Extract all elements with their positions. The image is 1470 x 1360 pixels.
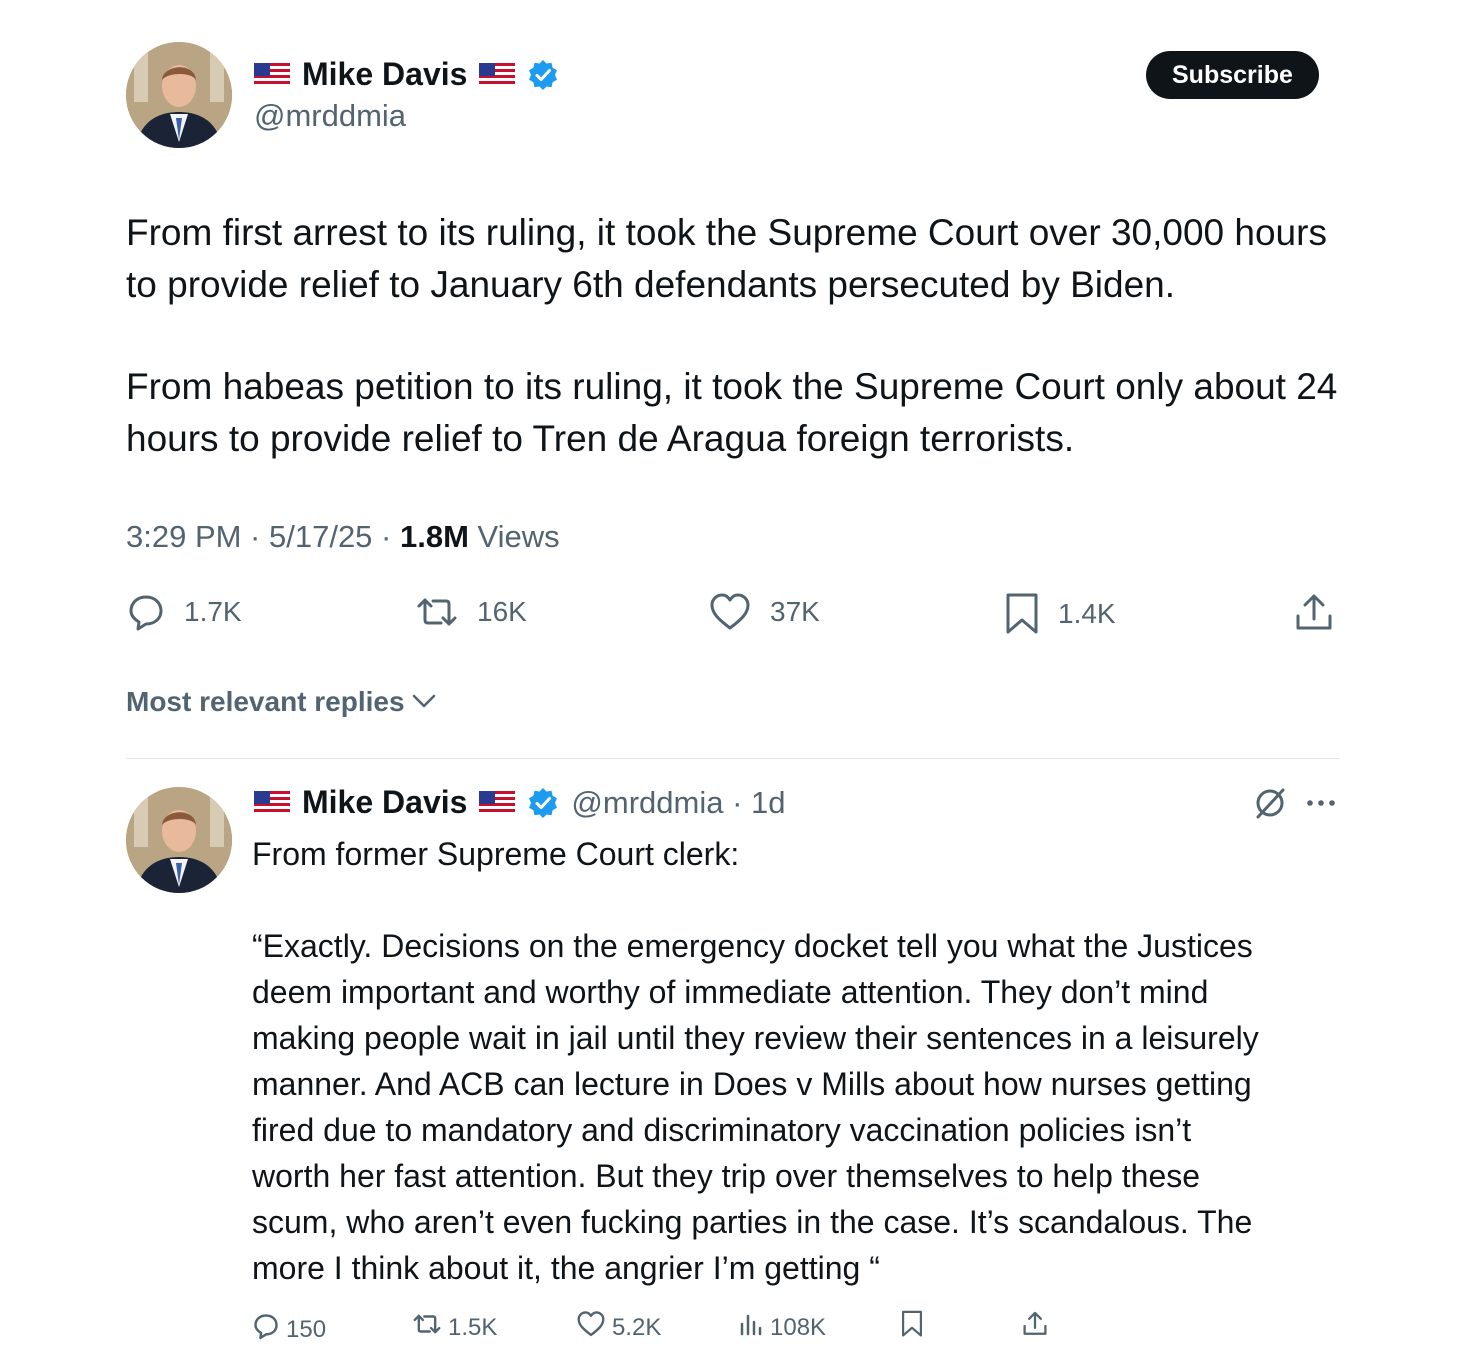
reply-like-button[interactable]: 5.2K	[576, 1310, 661, 1345]
repost-button[interactable]: 16K	[415, 592, 527, 632]
tweet-timestamp[interactable]: 3:29 PM · 5/17/25 ·	[126, 519, 400, 554]
author-name[interactable]: Mike Davis	[302, 56, 467, 93]
like-icon	[576, 1310, 606, 1345]
reply-bookmark-button[interactable]	[900, 1310, 924, 1345]
reply-repost-button[interactable]: 1.5K	[412, 1310, 497, 1345]
reply-views-count: 108K	[770, 1313, 827, 1341]
reply-quote-line: making people wait in jail until they re…	[252, 1020, 1259, 1056]
repost-icon	[415, 592, 459, 632]
reply-quote-line: more I think about it, the angrier I’m g…	[252, 1250, 880, 1286]
reply-text-intro: From former Supreme Court clerk:	[252, 836, 740, 872]
reply-like-count: 5.2K	[612, 1313, 662, 1341]
reply-reply-button[interactable]: 150	[252, 1312, 326, 1347]
subscribe-button[interactable]: Subscribe	[1146, 51, 1319, 99]
tweet-meta: 3:29 PM · 5/17/25 · 1.8M Views	[126, 519, 560, 555]
like-count: 37K	[770, 596, 820, 627]
flag-icon	[479, 62, 516, 87]
tweet-text-paragraph-2: From habeas petition to its ruling, it t…	[126, 366, 1338, 459]
reply-header: Mike Davis @mrddmia · 1d	[254, 784, 786, 821]
divider	[126, 758, 1340, 759]
views-label: Views	[468, 519, 560, 554]
reply-quote-line: “Exactly. Decisions on the emergency doc…	[252, 928, 1253, 964]
author-avatar[interactable]	[126, 42, 232, 148]
chevron-down-icon	[411, 686, 437, 718]
author-name-row[interactable]: Mike Davis	[254, 56, 559, 93]
reply-views-button[interactable]: 108K	[738, 1310, 826, 1345]
more-icon[interactable]	[1305, 796, 1337, 815]
flag-icon	[479, 790, 516, 815]
share-icon	[1294, 592, 1334, 634]
reply-quote-line: fired due to mandatory and discriminator…	[252, 1112, 1192, 1148]
reply-icon	[252, 1312, 280, 1347]
reply-quote-line: scum, who aren’t even fucking parties in…	[252, 1204, 1253, 1240]
bookmark-icon	[900, 1310, 924, 1345]
author-handle[interactable]: @mrddmia	[254, 98, 406, 134]
reply-count: 1.7K	[184, 596, 242, 627]
reply-handle-time[interactable]: @mrddmia · 1d	[571, 785, 785, 821]
reply-share-button[interactable]	[1022, 1310, 1048, 1345]
like-icon	[708, 592, 752, 632]
like-button[interactable]: 37K	[708, 592, 820, 632]
verified-badge-icon	[527, 787, 559, 819]
bookmark-button[interactable]: 1.4K	[1004, 592, 1116, 636]
reply-quote-line: manner. And ACB can lecture in Does v Mi…	[252, 1066, 1252, 1102]
reply-author-avatar[interactable]	[126, 787, 232, 893]
flag-icon	[254, 62, 290, 87]
views-count: 1.8M	[399, 519, 469, 554]
bookmark-icon	[1004, 592, 1040, 636]
replies-sort-dropdown[interactable]: Most relevant replies	[126, 686, 437, 718]
reply-quote-line: deem important and worthy of immediate a…	[252, 974, 1209, 1010]
repost-count: 16K	[477, 596, 527, 627]
views-icon	[738, 1310, 764, 1345]
repost-icon	[412, 1310, 442, 1345]
replies-sort-label: Most relevant replies	[126, 686, 405, 717]
reply-icon	[126, 592, 166, 632]
share-button[interactable]	[1294, 592, 1334, 634]
verified-badge-icon	[527, 59, 559, 91]
grok-icon[interactable]	[1252, 785, 1288, 826]
flag-icon	[254, 790, 290, 815]
bookmark-count: 1.4K	[1058, 598, 1116, 629]
reply-author-name[interactable]: Mike Davis	[302, 784, 467, 821]
tweet-text-paragraph-1: From first arrest to its ruling, it took…	[126, 212, 1327, 305]
reply-quote-line: worth her fast attention. But they trip …	[252, 1158, 1201, 1194]
reply-quote: “Exactly. Decisions on the emergency doc…	[252, 923, 1362, 1291]
reply-button[interactable]: 1.7K	[126, 592, 242, 632]
share-icon	[1022, 1310, 1048, 1345]
reply-repost-count: 1.5K	[448, 1313, 498, 1341]
reply-reply-count: 150	[286, 1315, 327, 1343]
